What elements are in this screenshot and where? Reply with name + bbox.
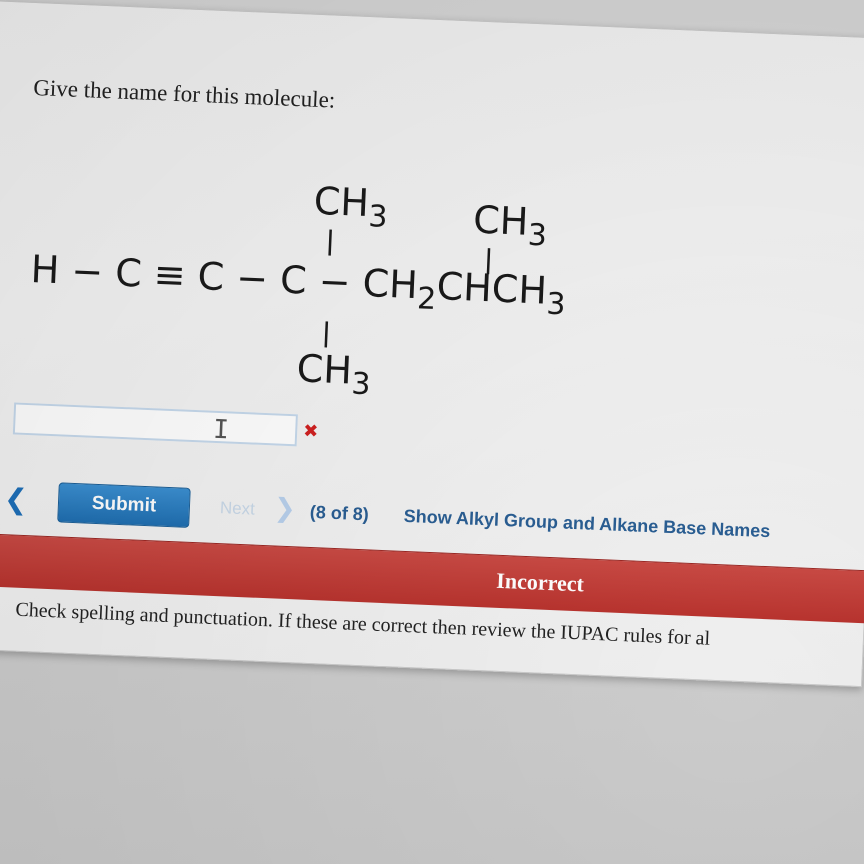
- next-chevron-icon[interactable]: ❯: [273, 493, 296, 524]
- next-button[interactable]: Next: [220, 498, 256, 519]
- back-chevron-icon[interactable]: ❮: [3, 482, 28, 516]
- question-panel: Give the name for this molecule: CH3 CH3…: [0, 0, 864, 688]
- methyl-top-right: CH3: [472, 197, 548, 254]
- progress-indicator: (8 of 8): [309, 501, 370, 525]
- methyl-top-left: CH3: [312, 178, 389, 235]
- submit-button[interactable]: Submit: [57, 482, 191, 528]
- show-hint-link[interactable]: Show Alkyl Group and Alkane Base Names: [403, 506, 770, 542]
- photo-frame: Give the name for this molecule: CH3 CH3…: [0, 0, 864, 864]
- question-prompt: Give the name for this molecule:: [32, 74, 336, 113]
- molecule-structure: CH3 CH3 H − C ≡ C − C − CH2CHCH3 CH3: [16, 121, 648, 447]
- x-mark-icon: ✖: [302, 420, 319, 443]
- text-cursor-icon: I: [212, 414, 230, 446]
- methyl-bottom: CH3: [295, 346, 372, 403]
- result-label: Incorrect: [495, 567, 585, 597]
